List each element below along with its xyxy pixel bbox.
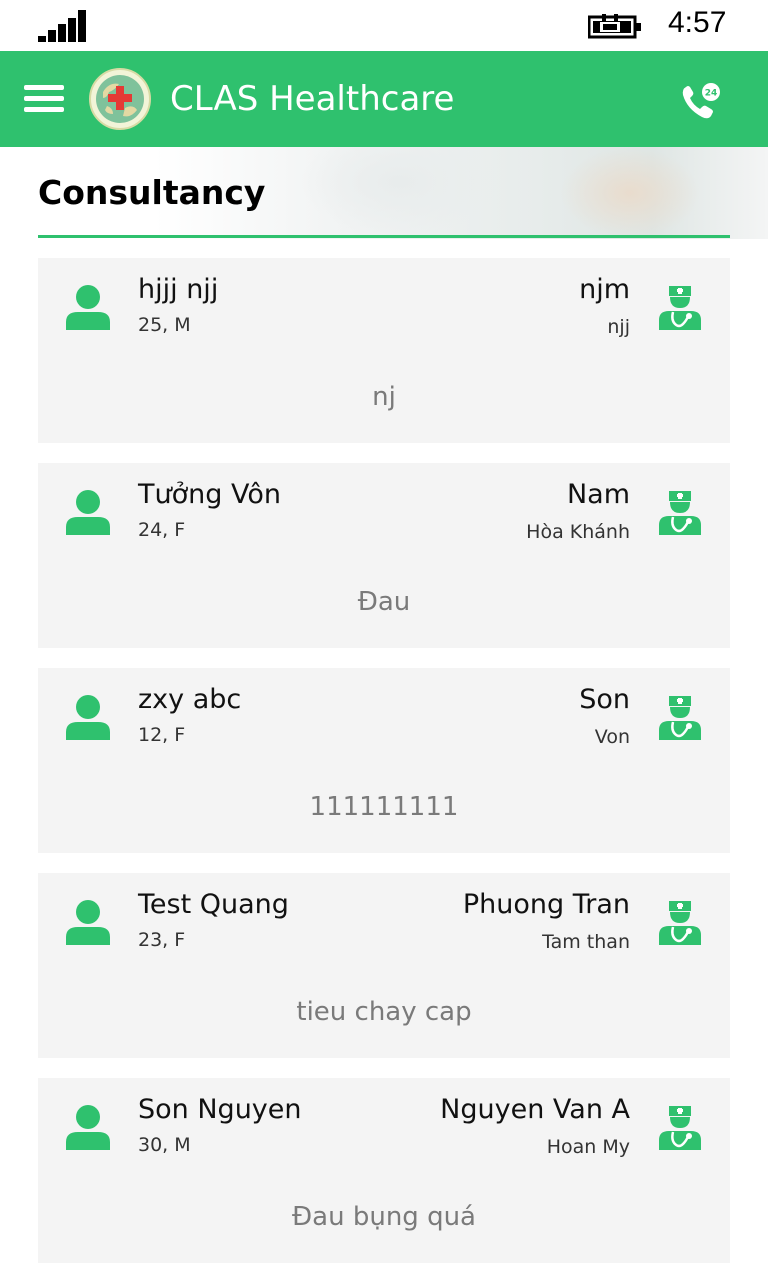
patient-icon bbox=[66, 900, 110, 945]
status-time: 4:57 bbox=[668, 6, 727, 39]
doctor-icon bbox=[659, 1106, 701, 1150]
patient-name: Test Quang bbox=[138, 889, 289, 920]
page-header: Consultancy bbox=[0, 147, 768, 239]
patient-age-gender: 24, F bbox=[138, 519, 186, 541]
symptom-text: Đau bụng quá bbox=[292, 1202, 476, 1232]
patient-icon bbox=[66, 490, 110, 535]
symptom-text: 111111111 bbox=[309, 792, 459, 822]
doctor-icon bbox=[659, 286, 701, 330]
doctor-name: Nguyen Van A bbox=[440, 1094, 630, 1125]
doctor-hospital: njj bbox=[607, 316, 630, 338]
consultation-card[interactable]: hjjj njj 25, M njm njj nj bbox=[38, 258, 730, 443]
doctor-hospital: Tam than bbox=[542, 931, 630, 953]
patient-name: zxy abc bbox=[138, 684, 242, 715]
consultation-card[interactable]: zxy abc 12, F Son Von 111111111 bbox=[38, 668, 730, 853]
page-title: Consultancy bbox=[38, 173, 266, 212]
consultation-list: hjjj njj 25, M njm njj nj Tưởng Vôn 24, … bbox=[38, 258, 730, 1283]
doctor-name: Phuong Tran bbox=[462, 889, 630, 920]
patient-icon bbox=[66, 695, 110, 740]
signal-bars-icon bbox=[38, 10, 86, 42]
app-bar: CLAS Healthcare 24 bbox=[0, 51, 768, 147]
patient-name: Son Nguyen bbox=[138, 1094, 302, 1125]
patient-name: hjjj njj bbox=[138, 274, 219, 305]
phone-24h-icon[interactable]: 24 bbox=[680, 81, 724, 121]
consultation-card[interactable]: Test Quang 23, F Phuong Tran Tam than ti… bbox=[38, 873, 730, 1058]
symptom-text: Đau bbox=[357, 587, 411, 617]
doctor-icon bbox=[659, 901, 701, 945]
svg-text:24: 24 bbox=[705, 89, 718, 99]
doctor-hospital: Von bbox=[594, 726, 630, 748]
symptom-text: nj bbox=[372, 382, 396, 412]
doctor-name: njm bbox=[579, 274, 630, 305]
doctor-hospital: Hoan My bbox=[546, 1136, 630, 1158]
patient-age-gender: 23, F bbox=[138, 929, 186, 951]
app-title: CLAS Healthcare bbox=[170, 79, 455, 119]
globe-red-cross-logo bbox=[89, 68, 151, 130]
status-bar: 4:57 bbox=[0, 0, 768, 51]
patient-icon bbox=[66, 285, 110, 330]
header-divider bbox=[38, 235, 730, 238]
patient-age-gender: 25, M bbox=[138, 314, 191, 336]
doctor-name: Son bbox=[579, 684, 630, 715]
battery-charging-icon bbox=[588, 14, 641, 39]
doctor-name: Nam bbox=[566, 479, 630, 510]
doctor-icon bbox=[659, 491, 701, 535]
patient-age-gender: 30, M bbox=[138, 1134, 191, 1156]
consultation-card[interactable]: Tưởng Vôn 24, F Nam Hòa Khánh Đau bbox=[38, 463, 730, 648]
hamburger-menu-icon[interactable] bbox=[24, 85, 64, 113]
doctor-hospital: Hòa Khánh bbox=[526, 521, 630, 543]
consultation-card[interactable]: Son Nguyen 30, M Nguyen Van A Hoan My Đa… bbox=[38, 1078, 730, 1263]
patient-age-gender: 12, F bbox=[138, 724, 186, 746]
patient-icon bbox=[66, 1105, 110, 1150]
patient-name: Tưởng Vôn bbox=[138, 479, 281, 510]
doctor-icon bbox=[659, 696, 701, 740]
symptom-text: tieu chay cap bbox=[296, 997, 472, 1027]
